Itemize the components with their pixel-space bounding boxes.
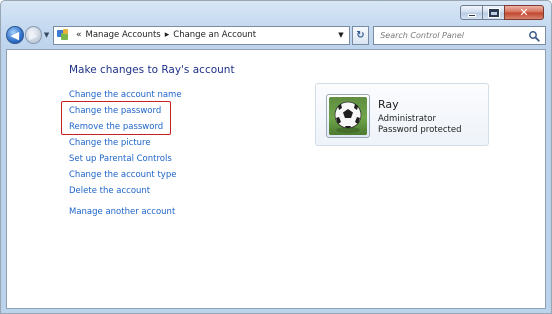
search-icon[interactable]	[528, 30, 540, 42]
refresh-button[interactable]: ↻	[351, 25, 370, 45]
close-icon: ✕	[519, 6, 529, 19]
account-name: Ray	[378, 98, 399, 111]
breadcrumb-overflow[interactable]: «	[76, 30, 82, 40]
breadcrumb-change-account[interactable]: Change an Account	[173, 30, 256, 40]
breadcrumb-separator-icon[interactable]: ▸	[165, 30, 170, 40]
caption-buttons: ✕	[460, 5, 544, 20]
address-bar[interactable]: « Manage Accounts ▸ Change an Account ▼	[53, 25, 350, 45]
parental-controls-link[interactable]: Set up Parental Controls	[69, 154, 172, 164]
back-button[interactable]: ◀	[6, 26, 24, 44]
account-card: Ray Administrator Password protected	[315, 83, 489, 146]
recent-pages-dropdown[interactable]: ▼	[42, 26, 51, 44]
avatar	[326, 94, 370, 138]
navigation-bar: ◀ ▶ ▼ « Manage Accounts ▸ Change an Acco…	[6, 24, 547, 46]
close-button[interactable]: ✕	[504, 5, 544, 20]
forward-button[interactable]: ▶	[24, 26, 43, 44]
search-box[interactable]	[373, 25, 547, 45]
soccer-ball-icon	[334, 101, 362, 133]
control-panel-window: ✕ ◀ ▶ ▼ « Manage Accounts ▸ Change an Ac…	[0, 0, 552, 314]
content-pane: Make changes to Ray's account Change the…	[6, 49, 546, 309]
remove-password-link[interactable]: Remove the password	[69, 122, 163, 132]
address-dropdown-icon[interactable]: ▼	[338, 31, 343, 39]
control-panel-icon	[57, 29, 69, 41]
delete-account-link[interactable]: Delete the account	[69, 186, 150, 196]
change-picture-link[interactable]: Change the picture	[69, 138, 151, 148]
change-account-type-link[interactable]: Change the account type	[69, 170, 176, 180]
forward-arrow-icon: ▶	[29, 28, 38, 42]
minimize-icon	[467, 13, 476, 17]
maximize-icon	[487, 7, 500, 18]
back-arrow-icon: ◀	[10, 28, 20, 42]
maximize-button[interactable]	[482, 5, 504, 20]
manage-another-account-link[interactable]: Manage another account	[69, 207, 175, 217]
change-password-link[interactable]: Change the password	[69, 106, 161, 116]
search-input[interactable]	[380, 30, 531, 40]
page-title: Make changes to Ray's account	[69, 64, 235, 76]
account-role: Administrator	[378, 114, 436, 124]
breadcrumb-manage-accounts[interactable]: Manage Accounts	[86, 30, 161, 40]
account-status: Password protected	[378, 125, 462, 135]
refresh-icon: ↻	[356, 29, 365, 41]
change-account-name-link[interactable]: Change the account name	[69, 90, 182, 100]
minimize-button[interactable]	[460, 5, 482, 20]
